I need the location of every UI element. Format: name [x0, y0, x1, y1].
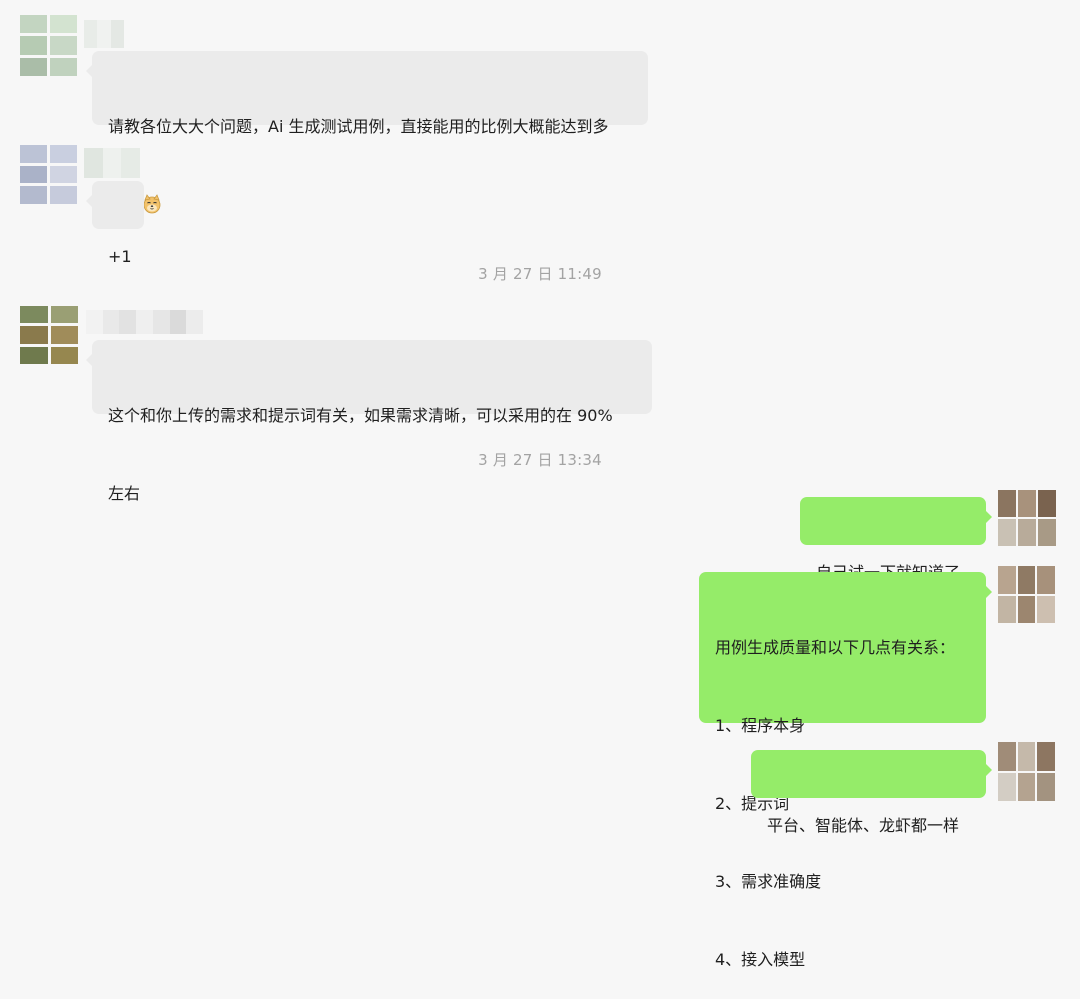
message-bubble[interactable]: 用例生成质量和以下几点有关系： 1、程序本身 2、提示词 3、需求准确度 4、接… [699, 572, 992, 969]
avatar-self-3[interactable] [998, 742, 1055, 801]
sender-name-2-blurred [84, 148, 140, 178]
avatar-pixel [1017, 742, 1036, 771]
avatar-pixel [20, 346, 48, 364]
avatar-pixel [50, 326, 78, 344]
avatar-pixel [1037, 595, 1055, 623]
avatar-user-3[interactable] [20, 306, 78, 364]
avatar-pixel [50, 346, 78, 364]
message-bubble[interactable]: 这个和你上传的需求和提示词有关，如果需求清晰，可以采用的在 90% 左右 [86, 340, 652, 503]
timestamp: 3 月 27 日 11:49 [478, 265, 602, 283]
avatar-pixel [1018, 519, 1036, 546]
avatar-pixel [1038, 519, 1056, 546]
avatar-pixel [50, 57, 77, 76]
avatar-pixel [1018, 490, 1036, 517]
name-pixel [102, 310, 120, 334]
avatar-self-2[interactable] [998, 566, 1055, 623]
name-pixel [110, 20, 124, 48]
avatar-pixel [998, 772, 1016, 801]
message-text: 请教各位大大个问题，Ai 生成测试用例，直接能用的比例大概能达到多 [108, 117, 609, 136]
message-text: 平台、智能体、龙虾都一样 [767, 816, 960, 835]
avatar-pixel [1037, 772, 1055, 801]
avatar-pixel [20, 57, 47, 76]
avatar-pixel [50, 15, 77, 34]
message-text: 用例生成质量和以下几点有关系： [715, 638, 956, 657]
avatar-pixel [1037, 566, 1055, 594]
message-text: 这个和你上传的需求和提示词有关，如果需求清晰，可以采用的在 90% [108, 406, 613, 425]
avatar-pixel [50, 36, 77, 55]
message-bubble[interactable]: +1 [86, 181, 144, 266]
avatar-pixel [998, 742, 1016, 771]
avatar-pixel [1038, 490, 1056, 517]
avatar-pixel [20, 165, 47, 184]
avatar-self-1[interactable] [998, 490, 1056, 546]
name-pixel [169, 310, 187, 334]
name-pixel [152, 310, 170, 334]
name-pixel [186, 310, 203, 334]
avatar-pixel [20, 186, 47, 204]
avatar-pixel [20, 306, 48, 324]
avatar-pixel [20, 145, 47, 163]
avatar-pixel [1017, 566, 1036, 594]
avatar-pixel [1017, 772, 1036, 801]
avatar-pixel [50, 145, 77, 163]
avatar-pixel [998, 566, 1016, 594]
name-pixel [119, 310, 137, 334]
avatar-pixel [998, 490, 1016, 517]
avatar-user-1[interactable] [20, 15, 77, 76]
name-pixel [86, 310, 103, 334]
avatar-pixel [998, 519, 1016, 546]
avatar-pixel [998, 595, 1016, 623]
message-bubble[interactable]: 平台、智能体、龙虾都一样 [751, 750, 992, 835]
avatar-pixel [1017, 595, 1036, 623]
sender-name-3-blurred [86, 310, 203, 334]
avatar-user-2[interactable] [20, 145, 77, 204]
name-pixel [136, 310, 153, 334]
message-text: 3、需求准确度 [715, 872, 822, 891]
message-bubble[interactable]: 请教各位大大个问题，Ai 生成测试用例，直接能用的比例大概能达到多 少叻 [86, 51, 648, 214]
message-text: 4、接入模型 [715, 950, 806, 969]
avatar-pixel [20, 15, 47, 34]
name-pixel [121, 148, 140, 178]
timestamp: 3 月 27 日 13:34 [478, 451, 602, 469]
avatar-pixel [1037, 742, 1055, 771]
avatar-pixel [50, 306, 78, 324]
name-pixel [97, 20, 111, 48]
message-text: 1、程序本身 [715, 716, 806, 735]
name-pixel [84, 20, 98, 48]
avatar-pixel [20, 36, 47, 55]
avatar-pixel [50, 165, 77, 184]
message-bubble[interactable]: 自己试一下就知道了 [800, 497, 992, 582]
avatar-pixel [20, 326, 48, 344]
name-pixel [84, 148, 103, 178]
doge-cat-emoji-icon [143, 194, 161, 214]
avatar-pixel [50, 186, 77, 204]
message-text: 左右 [108, 484, 141, 503]
sender-name-1-blurred [84, 20, 124, 48]
name-pixel [102, 148, 122, 178]
